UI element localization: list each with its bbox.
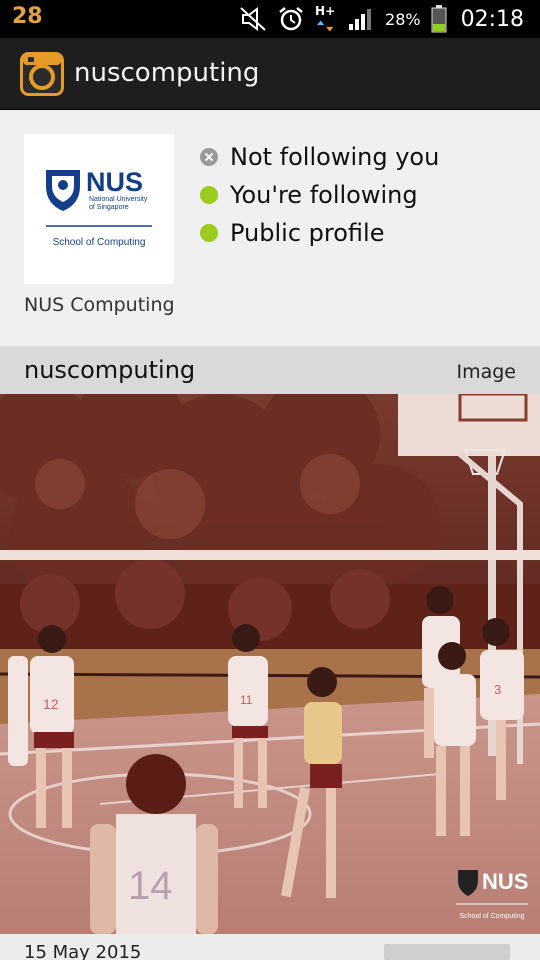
battery-icon [431,5,447,33]
clock: 02:18 [460,6,524,32]
jersey-number: 11 [240,693,253,707]
app-bar: nuscomputing [0,38,540,110]
jersey-number: 12 [43,696,59,712]
signal-icon [349,9,372,30]
jersey-number: 3 [494,682,501,697]
notification-count: 28 [12,4,43,29]
volleyball-photo: 12 11 3 14 NUS School of Computing [0,394,540,934]
green-dot-icon [200,224,218,242]
app-title: nuscomputing [74,58,260,88]
post-image[interactable]: 12 11 3 14 NUS School of Computing [0,394,540,934]
jersey-number: 14 [128,864,173,908]
status-you-are-following: You're following [200,176,439,214]
profile-display-name: NUS Computing [24,294,175,316]
watermark-school: School of Computing [460,913,525,920]
post-date: 15 May 2015 [24,942,142,960]
green-dot-icon [200,186,218,204]
profile-avatar[interactable]: NUS National University of Singapore Sch… [24,134,174,284]
status-label: Not following you [230,143,440,171]
post-type-label: Image [456,361,516,383]
logo-subtitle-line-1: National University [89,196,148,203]
watermark-wordmark: NUS [482,869,528,894]
nus-logo: NUS National University of Singapore Sch… [46,167,152,248]
instagram-camera-icon[interactable] [20,52,64,96]
status-icons: H+ 28% 02:18 [239,4,524,34]
post-footer: 15 May 2015 [0,934,540,960]
logo-subtitle-line-2: of Singapore [89,204,129,211]
network-hplus-icon: H+ [315,4,337,32]
x-dot-icon [200,148,218,166]
battery-percent: 28% [385,9,421,29]
status-label: Public profile [230,219,385,247]
alarm-icon [279,7,303,31]
post-action-button[interactable] [384,944,510,960]
relationship-status-list: Not following you You're following Publi… [200,138,439,252]
status-public-profile: Public profile [200,214,439,252]
post-username[interactable]: nuscomputing [24,356,195,384]
logo-wordmark: NUS [86,167,143,197]
status-bar: 28 H+ 28% 02:18 [0,0,540,38]
status-not-following-you: Not following you [200,138,439,176]
status-label: You're following [230,181,418,209]
mute-icon [240,7,266,31]
post-header: nuscomputing Image [0,346,540,394]
logo-school: School of Computing [53,237,146,248]
profile-panel: NUS National University of Singapore Sch… [0,110,540,346]
network-label: H+ [315,4,336,18]
